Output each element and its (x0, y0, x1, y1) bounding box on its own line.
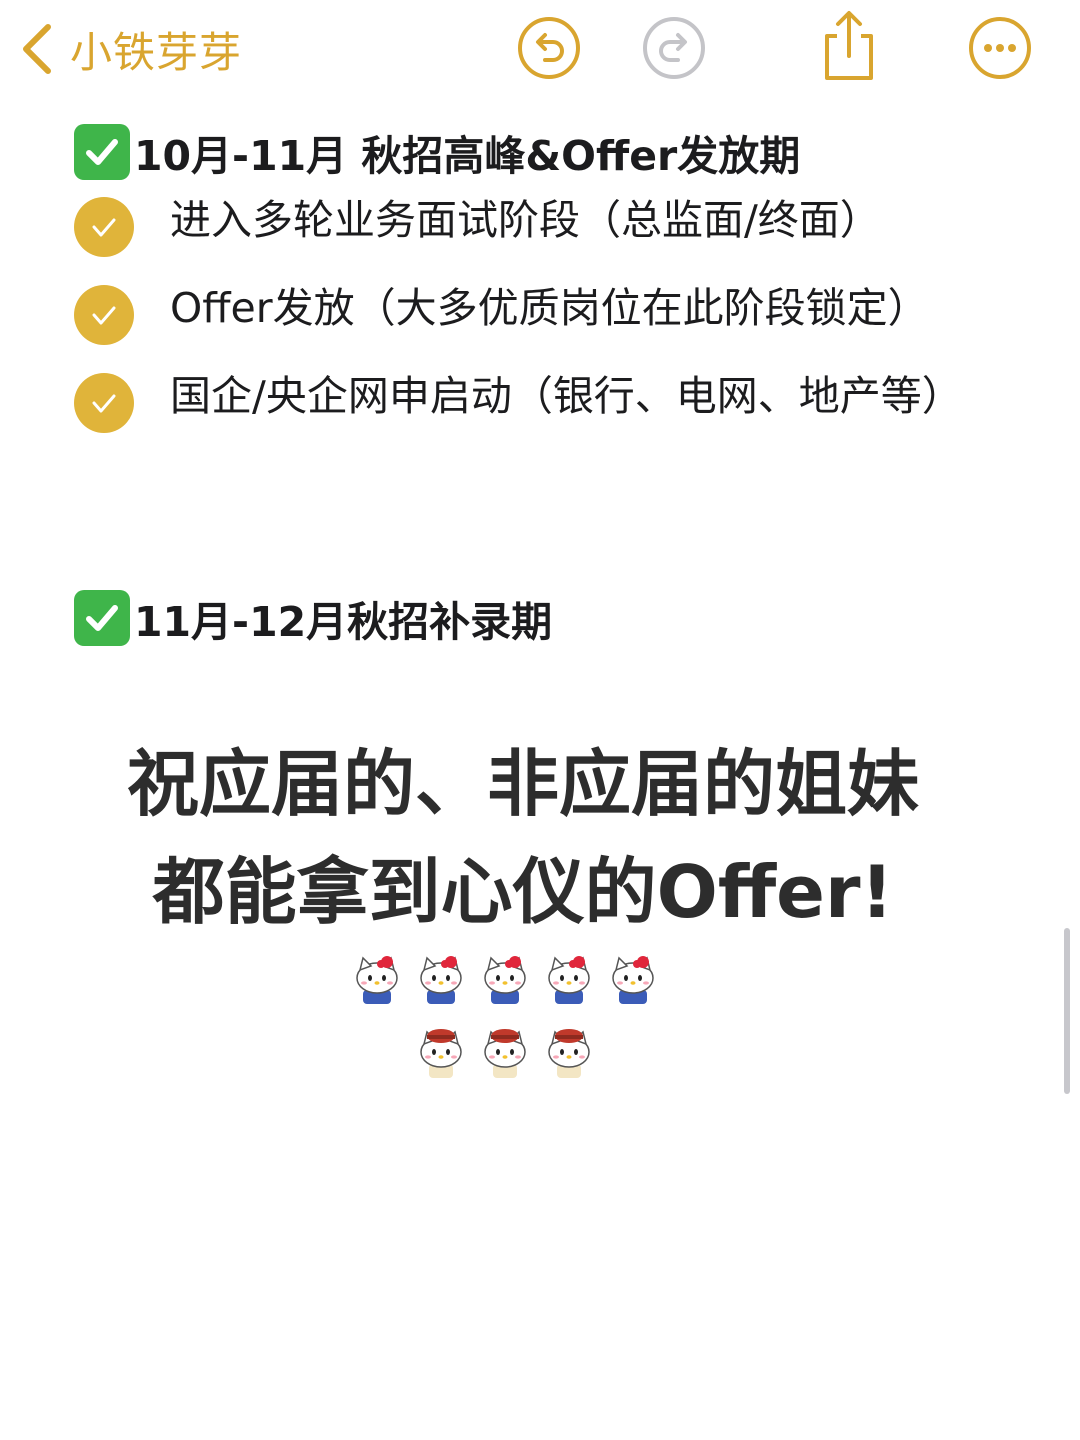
closing-line: 都能拿到心仪的Offer! (152, 850, 894, 934)
hello-kitty-sticker-icon (479, 1024, 531, 1082)
closing-line: 祝应届的、非应届的姐妹 (126, 742, 919, 826)
checked-circle-icon[interactable] (74, 373, 134, 433)
chevron-left-icon (18, 21, 54, 77)
share-icon (825, 11, 873, 80)
hello-kitty-sticker-icon (479, 950, 531, 1008)
undo-button[interactable] (515, 14, 583, 82)
checked-circle-icon[interactable] (74, 197, 134, 257)
sticker-row (0, 950, 1010, 1008)
navigation-bar: 小铁芽芽 (0, 0, 1080, 100)
scrollbar[interactable] (1064, 928, 1070, 1094)
hello-kitty-sticker-icon (543, 950, 595, 1008)
section-heading-text: 11月-12月秋招补录期 (134, 598, 553, 646)
section-heading-november: 11月-12月秋招补录期 (74, 588, 552, 648)
hello-kitty-sticker-icon (607, 950, 659, 1008)
redo-button[interactable] (640, 14, 708, 82)
section-heading-october: 10月-11月 秋招高峰&Offer发放期 (74, 122, 800, 182)
sticker-row (0, 1024, 1010, 1082)
share-button[interactable] (815, 8, 883, 80)
hello-kitty-sticker-icon (543, 1024, 595, 1082)
checklist-item-text: Offer发放（大多优质岗位在此阶段锁定） (170, 284, 929, 332)
hello-kitty-sticker-icon (351, 950, 403, 1008)
checklist-item: 国企/央企网申启动（银行、电网、地产等） (74, 366, 1034, 433)
back-label: 小铁芽芽 (70, 27, 243, 77)
back-button[interactable]: 小铁芽芽 (18, 14, 242, 84)
section-heading-text: 10月-11月 秋招高峰&Offer发放期 (134, 132, 801, 180)
checked-circle-icon[interactable] (74, 285, 134, 345)
checklist: 进入多轮业务面试阶段（总监面/终面） Offer发放（大多优质岗位在此阶段锁定）… (74, 190, 1034, 454)
green-check-emoji-icon (74, 590, 130, 646)
more-button[interactable] (966, 14, 1034, 82)
more-icon (969, 17, 1031, 79)
checklist-item: 进入多轮业务面试阶段（总监面/终面） (74, 190, 1034, 257)
green-check-emoji-icon (74, 124, 130, 180)
hello-kitty-sticker-icon (415, 1024, 467, 1082)
undo-icon (518, 17, 580, 79)
checklist-item: Offer发放（大多优质岗位在此阶段锁定） (74, 278, 1034, 345)
checklist-item-text: 国企/央企网申启动（银行、电网、地产等） (170, 372, 963, 420)
hello-kitty-sticker-icon (415, 950, 467, 1008)
checklist-item-text: 进入多轮业务面试阶段（总监面/终面） (170, 196, 881, 244)
closing-message: 祝应届的、非应届的姐妹 都能拿到心仪的Offer! (0, 730, 1046, 946)
redo-icon (643, 17, 705, 79)
